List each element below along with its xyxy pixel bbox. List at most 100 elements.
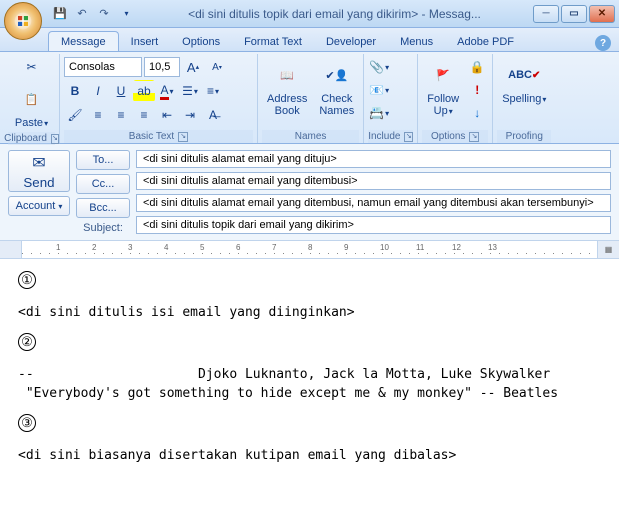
tab-insert[interactable]: Insert [119, 32, 171, 51]
options-group-label: Options [431, 131, 465, 142]
group-options: 🚩 Follow Up▾ 🔒 ! ↓ Options ↘ [418, 54, 493, 143]
ruler-tick: 6 [236, 243, 240, 252]
group-proofing: ABC✔ Spelling▾ Proofing [493, 54, 555, 143]
grow-font-icon[interactable]: A▴ [182, 56, 204, 78]
ruler-tick: 10 [380, 243, 389, 252]
subject-label: Subject: [76, 222, 130, 234]
address-book-label: Address Book [267, 93, 307, 117]
qat-more-icon[interactable]: ▾ [116, 4, 136, 24]
tab-developer[interactable]: Developer [314, 32, 388, 51]
align-left-icon[interactable]: ≡ [87, 104, 109, 126]
minimize-button[interactable]: ─ [533, 5, 559, 23]
high-importance-icon[interactable]: ! [466, 79, 488, 101]
font-color-icon[interactable]: A▾ [156, 80, 178, 102]
italic-icon[interactable]: I [87, 80, 109, 102]
options-launcher[interactable]: ↘ [469, 132, 479, 142]
message-header: ✉ Send Account▾ To... Cc... Bcc... Subje… [0, 144, 619, 241]
include-launcher[interactable]: ↘ [404, 132, 413, 142]
body-line: -- Djoko Luknanto, Jack la Motta, Luke S… [18, 365, 601, 385]
ruler-tick: 13 [488, 243, 497, 252]
increase-indent-icon[interactable]: ⇥ [179, 104, 201, 126]
spelling-button[interactable]: ABC✔ Spelling▾ [497, 56, 551, 108]
undo-icon[interactable]: ↶ [72, 4, 92, 24]
format-painter-icon[interactable]: 🖌 [64, 104, 86, 126]
highlight-icon[interactable]: ab [133, 80, 155, 102]
address-book-icon: 📖 [271, 59, 303, 91]
tab-menus[interactable]: Menus [388, 32, 445, 51]
paste-label: Paste [15, 117, 43, 129]
save-icon[interactable]: 💾 [50, 4, 70, 24]
help-icon[interactable]: ? [595, 35, 611, 51]
to-button[interactable]: To... [76, 150, 130, 170]
bcc-button[interactable]: Bcc... [76, 198, 130, 218]
message-body[interactable]: ① <di sini ditulis isi email yang diingi… [0, 259, 619, 491]
envelope-icon: ✉ [32, 153, 45, 173]
cut-icon[interactable]: ✂ [21, 56, 43, 78]
follow-up-button[interactable]: 🚩 Follow Up▾ [422, 56, 464, 120]
ruler-tick: 5 [200, 243, 204, 252]
maximize-button[interactable]: ▭ [561, 5, 587, 23]
ruler-tick: 12 [452, 243, 461, 252]
tab-options[interactable]: Options [170, 32, 232, 51]
tab-message[interactable]: Message [48, 31, 119, 51]
permission-icon[interactable]: 🔒 [466, 56, 488, 78]
clipboard-group-label: Clipboard [4, 133, 47, 144]
tab-format-text[interactable]: Format Text [232, 32, 314, 51]
cc-input[interactable] [136, 172, 611, 190]
include-group-label: Include [368, 131, 400, 142]
ruler-tick: 9 [344, 243, 348, 252]
bullets-icon[interactable]: ☰▾ [179, 80, 201, 102]
follow-up-label: Follow Up [427, 93, 459, 117]
font-size-input[interactable] [144, 57, 180, 77]
shrink-font-icon[interactable]: A▾ [206, 56, 228, 78]
marker-2: ② [18, 333, 36, 351]
bold-icon[interactable]: B [64, 80, 86, 102]
send-button[interactable]: ✉ Send [8, 150, 70, 192]
attach-file-icon[interactable]: 📎▾ [368, 56, 390, 78]
redo-icon[interactable]: ↷ [94, 4, 114, 24]
flag-icon: 🚩 [427, 59, 459, 91]
ruler-tick: 8 [308, 243, 312, 252]
check-names-label: Check Names [319, 93, 354, 117]
address-book-button[interactable]: 📖 Address Book [262, 56, 312, 120]
underline-icon[interactable]: U [110, 80, 132, 102]
decrease-indent-icon[interactable]: ⇤ [156, 104, 178, 126]
ruler-scale[interactable]: 1 2 3 4 5 6 7 8 9 10 11 12 13 [22, 241, 597, 258]
ruler: 1 2 3 4 5 6 7 8 9 10 11 12 13 ▦ [0, 241, 619, 259]
paste-icon: 📋 [16, 83, 48, 115]
close-button[interactable]: ✕ [589, 5, 615, 23]
attach-item-icon[interactable]: 📧▾ [368, 79, 390, 101]
font-name-input[interactable] [64, 57, 142, 77]
body-line: <di sini biasanya disertakan kutipan ema… [18, 446, 601, 466]
subject-input[interactable] [136, 216, 611, 234]
account-button[interactable]: Account▾ [8, 196, 70, 216]
clear-format-icon[interactable]: A̶ [202, 104, 224, 126]
ruler-tick: 2 [92, 243, 96, 252]
ruler-tick: 4 [164, 243, 168, 252]
check-names-button[interactable]: ✔👤 Check Names [314, 56, 359, 120]
ruler-toggle-icon[interactable]: ▦ [597, 241, 619, 258]
office-button[interactable] [4, 2, 42, 40]
body-line: <di sini ditulis isi email yang diingink… [18, 303, 601, 323]
ruler-tick: 7 [272, 243, 276, 252]
ribbon: ✂ 📋 Paste▾ Clipboard ↘ A▴ A▾ B I U ab A▾ [0, 52, 619, 144]
to-input[interactable] [136, 150, 611, 168]
ruler-tick: 11 [416, 243, 424, 252]
basictext-launcher[interactable]: ↘ [178, 132, 188, 142]
tab-adobe-pdf[interactable]: Adobe PDF [445, 32, 526, 51]
low-importance-icon[interactable]: ↓ [466, 102, 488, 124]
ruler-tab-selector[interactable] [0, 241, 22, 258]
cc-button[interactable]: Cc... [76, 174, 130, 194]
business-card-icon[interactable]: 📇▾ [368, 102, 390, 124]
marker-1: ① [18, 271, 36, 289]
paste-button[interactable]: 📋 Paste▾ [10, 80, 53, 132]
align-center-icon[interactable]: ≡ [110, 104, 132, 126]
align-right-icon[interactable]: ≡ [133, 104, 155, 126]
numbering-icon[interactable]: ≡▾ [202, 80, 224, 102]
clipboard-launcher[interactable]: ↘ [51, 134, 59, 144]
group-clipboard: ✂ 📋 Paste▾ Clipboard ↘ [4, 54, 60, 143]
ribbon-tabs: Message Insert Options Format Text Devel… [0, 28, 619, 52]
bcc-input[interactable] [136, 194, 611, 212]
account-label: Account [16, 200, 56, 212]
check-names-icon: ✔👤 [321, 59, 353, 91]
